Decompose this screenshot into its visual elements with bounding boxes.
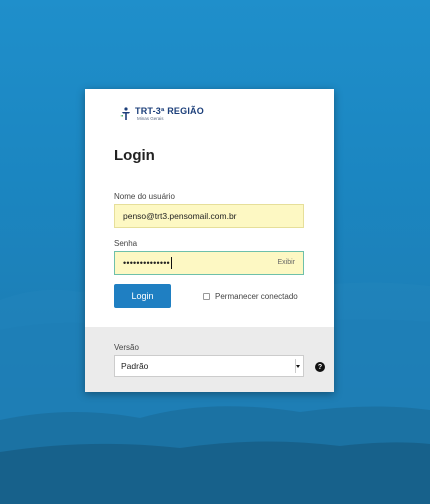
version-select[interactable]: Padrão — [114, 355, 304, 377]
show-password-toggle[interactable]: Exibir — [277, 259, 295, 266]
page-title: Login — [114, 147, 155, 164]
username-value: penso@trt3.pensomail.com.br — [123, 211, 237, 221]
question-circle-icon[interactable]: ? — [315, 362, 325, 372]
version-footer: Versão Padrão ? — [85, 327, 334, 392]
remember-label: Permanecer conectado — [215, 292, 298, 301]
remember-me[interactable]: Permanecer conectado — [203, 292, 298, 301]
version-selected-value: Padrão — [121, 361, 149, 371]
password-label: Senha — [114, 239, 138, 248]
logo-title: TRT-3ª REGIÃO — [135, 106, 204, 116]
trt-emblem-icon — [120, 107, 130, 120]
text-caret — [170, 257, 172, 269]
logo-subtitle: Minas Gerais — [137, 116, 164, 121]
chevron-down-icon[interactable] — [295, 359, 301, 373]
password-value: •••••••••••••• — [123, 258, 170, 268]
login-card: TRT-3ª REGIÃO Minas Gerais Login Nome do… — [85, 89, 334, 392]
remember-checkbox[interactable] — [203, 293, 210, 300]
username-input[interactable]: penso@trt3.pensomail.com.br — [114, 204, 304, 228]
password-input[interactable]: •••••••••••••• Exibir — [114, 251, 304, 275]
trt3-logo: TRT-3ª REGIÃO Minas Gerais — [120, 107, 204, 122]
version-label: Versão — [114, 343, 139, 352]
login-button[interactable]: Login — [114, 284, 171, 308]
username-label: Nome do usuário — [114, 192, 175, 201]
